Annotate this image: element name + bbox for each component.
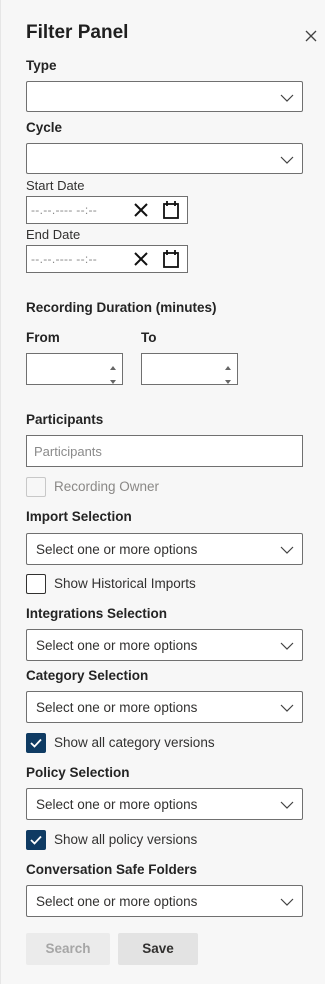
start-date-input[interactable]: --.--.---- --:-- bbox=[26, 196, 188, 224]
historical-imports-checkbox[interactable] bbox=[26, 574, 46, 594]
recording-owner-checkbox[interactable] bbox=[26, 477, 46, 497]
policy-label: Policy Selection bbox=[26, 765, 130, 780]
chevron-down-icon bbox=[280, 701, 294, 715]
filter-panel: Filter Panel Type Cycle Start Date --.--… bbox=[0, 0, 325, 984]
cycle-label: Cycle bbox=[26, 120, 63, 135]
save-button[interactable]: Save bbox=[118, 933, 198, 965]
chevron-down-icon bbox=[280, 543, 294, 557]
close-icon[interactable] bbox=[301, 26, 321, 46]
import-label: Import Selection bbox=[26, 509, 132, 524]
participants-placeholder: Participants bbox=[34, 444, 102, 459]
end-date-input[interactable]: --.--.---- --:-- bbox=[26, 245, 188, 273]
safe-folders-select[interactable]: Select one or more options bbox=[26, 885, 303, 917]
calendar-icon[interactable] bbox=[162, 200, 180, 220]
chevron-down-icon bbox=[280, 798, 294, 812]
duration-from-input[interactable] bbox=[26, 353, 123, 385]
import-select[interactable]: Select one or more options bbox=[26, 533, 303, 565]
type-label: Type bbox=[26, 58, 57, 73]
safe-folders-label: Conversation Safe Folders bbox=[26, 862, 198, 877]
all-policy-versions-label: Show all policy versions bbox=[54, 832, 198, 847]
start-date-label: Start Date bbox=[26, 178, 85, 193]
safe-folders-placeholder: Select one or more options bbox=[36, 894, 198, 909]
recording-owner-label: Recording Owner bbox=[54, 479, 160, 494]
search-button[interactable]: Search bbox=[26, 933, 110, 965]
spin-up-icon[interactable] bbox=[223, 359, 233, 370]
duration-from-label: From bbox=[26, 330, 60, 345]
checkmark-icon bbox=[30, 835, 42, 845]
end-date-placeholder: --.--.---- --:-- bbox=[31, 252, 98, 266]
spin-down-icon[interactable] bbox=[108, 373, 118, 384]
integrations-select[interactable]: Select one or more options bbox=[26, 629, 303, 661]
chevron-down-icon bbox=[280, 91, 294, 105]
spin-down-icon[interactable] bbox=[223, 373, 233, 384]
integrations-placeholder: Select one or more options bbox=[36, 638, 198, 653]
all-category-versions-checkbox[interactable] bbox=[26, 733, 46, 753]
clear-icon[interactable] bbox=[133, 251, 149, 267]
policy-select[interactable]: Select one or more options bbox=[26, 788, 303, 820]
participants-input[interactable]: Participants bbox=[26, 435, 303, 467]
historical-imports-label: Show Historical Imports bbox=[54, 576, 196, 591]
spin-up-icon[interactable] bbox=[108, 359, 118, 370]
category-label: Category Selection bbox=[26, 668, 149, 683]
chevron-down-icon bbox=[280, 639, 294, 653]
category-placeholder: Select one or more options bbox=[36, 700, 198, 715]
panel-title: Filter Panel bbox=[26, 22, 129, 43]
participants-label: Participants bbox=[26, 412, 104, 427]
duration-label: Recording Duration (minutes) bbox=[26, 300, 217, 315]
cycle-select[interactable] bbox=[26, 143, 303, 174]
category-select[interactable]: Select one or more options bbox=[26, 691, 303, 723]
duration-to-label: To bbox=[141, 330, 157, 345]
policy-placeholder: Select one or more options bbox=[36, 797, 198, 812]
chevron-down-icon bbox=[280, 895, 294, 909]
type-select[interactable] bbox=[26, 81, 303, 112]
calendar-icon[interactable] bbox=[162, 249, 180, 269]
end-date-label: End Date bbox=[26, 227, 81, 242]
all-policy-versions-checkbox[interactable] bbox=[26, 830, 46, 850]
checkmark-icon bbox=[30, 738, 42, 748]
chevron-down-icon bbox=[280, 153, 294, 167]
all-category-versions-label: Show all category versions bbox=[54, 735, 215, 750]
duration-to-input[interactable] bbox=[141, 353, 238, 385]
clear-icon[interactable] bbox=[133, 202, 149, 218]
import-placeholder: Select one or more options bbox=[36, 542, 198, 557]
integrations-label: Integrations Selection bbox=[26, 606, 168, 621]
start-date-placeholder: --.--.---- --:-- bbox=[31, 203, 98, 217]
